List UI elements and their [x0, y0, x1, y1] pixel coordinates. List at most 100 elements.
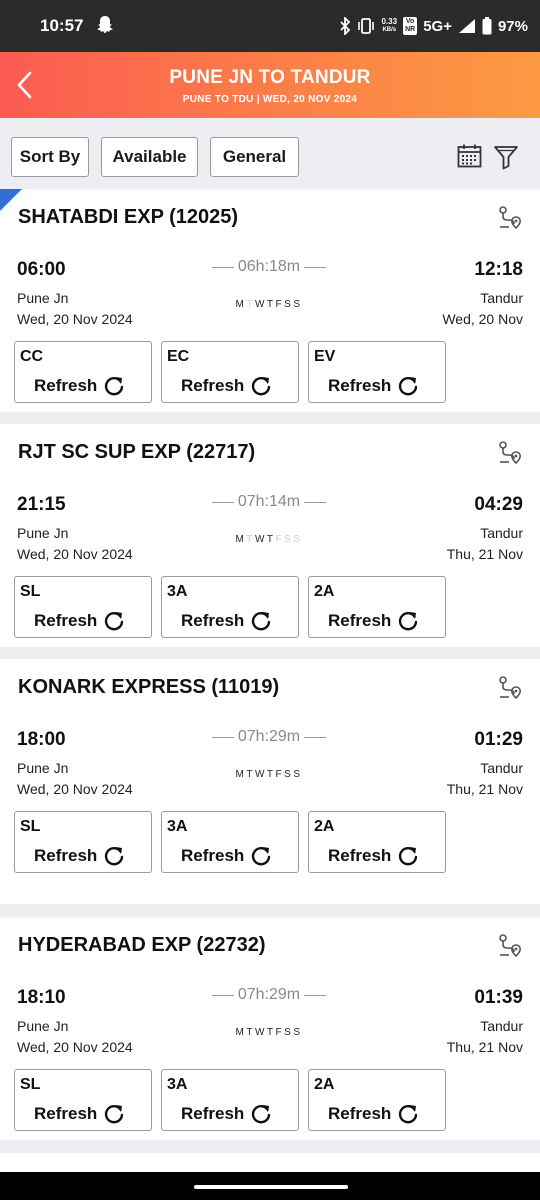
- duration-line-right: [304, 266, 327, 268]
- from-station: Pune Jn: [17, 290, 69, 306]
- from-station: Pune Jn: [17, 760, 69, 776]
- duration-line-left: [211, 736, 234, 738]
- running-day: W: [254, 534, 267, 545]
- duration-line-left: [211, 994, 234, 996]
- class-code: SL: [20, 583, 41, 600]
- running-day: S: [293, 534, 303, 545]
- class-availability-box[interactable]: CC Refresh: [14, 341, 152, 403]
- refresh-availability-button[interactable]: Refresh: [181, 845, 272, 867]
- refresh-availability-button[interactable]: Refresh: [34, 1103, 125, 1125]
- refresh-availability-button[interactable]: Refresh: [181, 375, 272, 397]
- class-code: EC: [167, 348, 190, 365]
- refresh-icon: [105, 377, 124, 396]
- train-card-partial[interactable]: [0, 1153, 540, 1172]
- status-bar: 10:57 0.33 KB/s Vo NR 5G+ 97%: [0, 0, 540, 52]
- departure-time: 06:00: [17, 259, 66, 280]
- refresh-label: Refresh: [328, 376, 392, 395]
- running-day: S: [284, 534, 294, 545]
- running-day: M: [235, 299, 247, 310]
- running-days: MTWTFSS: [205, 769, 333, 780]
- from-date: Wed, 20 Nov 2024: [17, 546, 133, 562]
- duration-text: 06h:18m: [237, 258, 301, 275]
- refresh-icon: [252, 377, 271, 396]
- refresh-availability-button[interactable]: Refresh: [34, 375, 125, 397]
- class-code: EV: [314, 348, 336, 365]
- sort-by-button[interactable]: Sort By: [11, 137, 89, 177]
- available-filter-button[interactable]: Available: [101, 137, 198, 177]
- filter-icon[interactable]: [493, 144, 519, 170]
- running-day: S: [293, 299, 303, 310]
- class-availability-box[interactable]: 2A Refresh: [308, 576, 446, 638]
- journey-duration: 07h:14m: [205, 493, 333, 511]
- volte-badge: Vo NR: [403, 17, 418, 35]
- refresh-icon: [399, 612, 418, 631]
- refresh-availability-button[interactable]: Refresh: [328, 610, 419, 632]
- filter-bar: Sort By Available General: [0, 118, 540, 188]
- departure-time: 18:10: [17, 987, 66, 1008]
- from-date: Wed, 20 Nov 2024: [17, 781, 133, 797]
- running-days: MTWTFSS: [205, 299, 333, 310]
- class-availability-box[interactable]: SL Refresh: [14, 811, 152, 873]
- arrival-time: 01:29: [474, 729, 523, 750]
- class-availability-box[interactable]: 3A Refresh: [161, 576, 299, 638]
- to-station: Tandur: [480, 760, 523, 776]
- signal-icon: [458, 19, 475, 33]
- class-availability-box[interactable]: 2A Refresh: [308, 1069, 446, 1131]
- running-day: T: [246, 769, 255, 780]
- running-days: MTWTFSS: [205, 534, 333, 545]
- app-bar: PUNE JN TO TANDUR PUNE TO TDU | WED, 20 …: [0, 52, 540, 118]
- refresh-availability-button[interactable]: Refresh: [181, 1103, 272, 1125]
- arrival-time: 12:18: [474, 259, 523, 280]
- home-handle[interactable]: [194, 1185, 348, 1189]
- refresh-label: Refresh: [34, 1104, 98, 1123]
- train-card[interactable]: RJT SC SUP EXP (22717) 21:15 07h:14m 04:29 P…: [0, 424, 540, 647]
- refresh-availability-button[interactable]: Refresh: [34, 610, 125, 632]
- quota-general-button[interactable]: General: [210, 137, 299, 177]
- running-day: M: [235, 1027, 247, 1038]
- class-availability-box[interactable]: SL Refresh: [14, 576, 152, 638]
- running-day: T: [246, 1027, 255, 1038]
- class-availability-box[interactable]: SL Refresh: [14, 1069, 152, 1131]
- train-card[interactable]: KONARK EXPRESS (11019) 18:00 07h:29m 01:29 P…: [0, 659, 540, 904]
- from-date: Wed, 20 Nov 2024: [17, 1039, 133, 1055]
- class-code: 3A: [167, 1076, 188, 1093]
- refresh-availability-button[interactable]: Refresh: [328, 845, 419, 867]
- class-availability-box[interactable]: 2A Refresh: [308, 811, 446, 873]
- refresh-icon: [252, 612, 271, 631]
- train-card[interactable]: HYDERABAD EXP (22732) 18:10 07h:29m 01:39 Pu…: [0, 917, 540, 1140]
- class-code: SL: [20, 818, 41, 835]
- refresh-availability-button[interactable]: Refresh: [328, 1103, 419, 1125]
- refresh-availability-button[interactable]: Refresh: [328, 375, 419, 397]
- running-day: F: [275, 769, 285, 780]
- running-day: F: [275, 534, 285, 545]
- duration-text: 07h:14m: [237, 493, 301, 510]
- route-map-icon[interactable]: [497, 675, 523, 701]
- route-map-icon[interactable]: [497, 205, 523, 231]
- route-map-icon[interactable]: [497, 933, 523, 959]
- train-card[interactable]: SHATABDI EXP (12025) 06:00 06h:18m 12:18 Pun…: [0, 189, 540, 412]
- refresh-availability-button[interactable]: Refresh: [34, 845, 125, 867]
- route-map-icon[interactable]: [497, 440, 523, 466]
- duration-line-right: [304, 994, 327, 996]
- class-availability-box[interactable]: 3A Refresh: [161, 811, 299, 873]
- to-date: Thu, 21 Nov: [446, 1039, 523, 1055]
- running-day: F: [275, 299, 285, 310]
- refresh-availability-button[interactable]: Refresh: [181, 610, 272, 632]
- class-availability-box[interactable]: EC Refresh: [161, 341, 299, 403]
- running-day: W: [254, 299, 267, 310]
- class-availability-box[interactable]: 3A Refresh: [161, 1069, 299, 1131]
- duration-line-right: [304, 501, 327, 503]
- running-day: T: [246, 299, 255, 310]
- running-day: T: [246, 534, 255, 545]
- to-station: Tandur: [480, 1018, 523, 1034]
- running-day: T: [266, 769, 276, 780]
- refresh-label: Refresh: [34, 611, 98, 630]
- refresh-icon: [105, 1105, 124, 1124]
- calendar-icon[interactable]: [457, 144, 482, 168]
- running-day: T: [266, 299, 276, 310]
- duration-line-left: [211, 266, 234, 268]
- class-code: 3A: [167, 583, 188, 600]
- refresh-label: Refresh: [181, 376, 245, 395]
- from-station: Pune Jn: [17, 1018, 69, 1034]
- class-availability-box[interactable]: EV Refresh: [308, 341, 446, 403]
